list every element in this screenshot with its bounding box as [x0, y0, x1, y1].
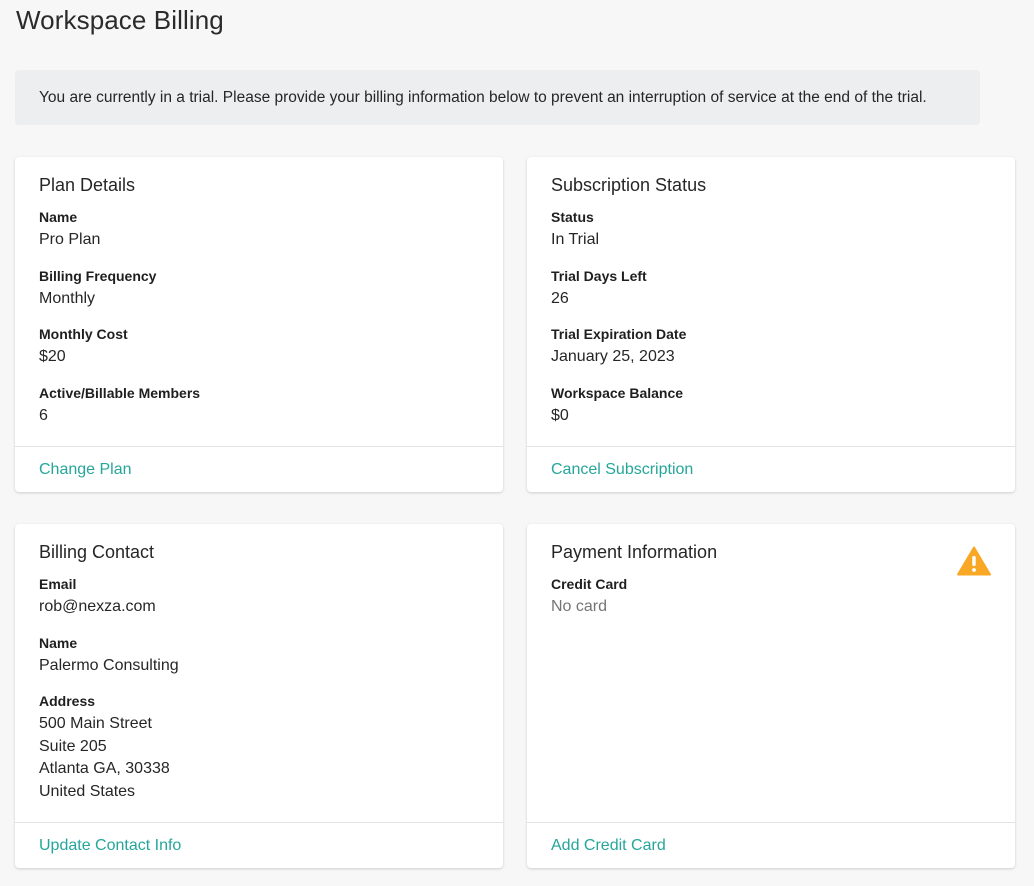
- cancel-subscription-link[interactable]: Cancel Subscription: [551, 461, 693, 479]
- trial-days-left-value: 26: [551, 289, 569, 307]
- trial-expiration-label: Trial Expiration Date: [551, 326, 687, 342]
- trial-days-left-label: Trial Days Left: [551, 267, 647, 284]
- address-line-2: Suite 205: [39, 737, 107, 755]
- plan-name-value: Pro Plan: [39, 231, 101, 248]
- plan-details-title: Plan Details: [39, 175, 136, 195]
- billing-contact-footer: Update Contact Info: [15, 822, 503, 868]
- address-line-3: Atlanta GA, 30338: [39, 760, 170, 777]
- trial-notice-text: You are currently in a trial. Please pro…: [39, 88, 927, 106]
- plan-details-footer: Change Plan: [15, 446, 503, 492]
- email-label: Email: [39, 576, 77, 592]
- plan-name-label: Name: [39, 209, 78, 225]
- subscription-status-title: Subscription Status: [551, 175, 707, 195]
- contact-name-label: Name: [39, 634, 78, 651]
- billable-members-value: 6: [39, 406, 48, 424]
- workspace-balance-value: $0: [551, 406, 569, 424]
- workspace-balance-label: Workspace Balance: [551, 384, 684, 401]
- monthly-cost-value: $20: [39, 348, 66, 365]
- subscription-status-card: Subscription Status Status In Trial Tria…: [527, 157, 1015, 492]
- page-title: Workspace Billing: [16, 5, 224, 35]
- address-value: 500 Main Street Suite 205 Atlanta GA, 30…: [39, 713, 479, 803]
- email-value: rob@nexza.com: [39, 598, 156, 615]
- payment-information-footer: Add Credit Card: [527, 822, 1015, 868]
- contact-name-value: Palermo Consulting: [39, 656, 179, 674]
- credit-card-value: No card: [551, 598, 608, 615]
- billing-frequency-value: Monthly: [39, 289, 96, 307]
- billable-members-label: Active/Billable Members: [39, 384, 201, 401]
- billing-contact-card: Billing Contact Email rob@nexza.com Name…: [15, 524, 503, 868]
- status-value: In Trial: [551, 231, 600, 248]
- payment-information-card: Payment Information Credit Card No card …: [527, 524, 1015, 868]
- update-contact-info-link[interactable]: Update Contact Info: [39, 837, 181, 855]
- change-plan-link[interactable]: Change Plan: [39, 461, 132, 479]
- address-label: Address: [39, 693, 96, 709]
- trial-expiration-value: January 25, 2023: [551, 348, 675, 365]
- monthly-cost-label: Monthly Cost: [39, 326, 128, 342]
- plan-details-card: Plan Details Name Pro Plan Billing Frequ…: [15, 157, 503, 492]
- credit-card-label: Credit Card: [551, 576, 628, 592]
- payment-information-title: Payment Information: [551, 542, 718, 562]
- address-line-4: United States: [39, 782, 136, 800]
- status-label: Status: [551, 209, 594, 225]
- billing-contact-title: Billing Contact: [39, 542, 155, 562]
- address-line-1: 500 Main Street: [39, 715, 152, 732]
- billing-frequency-label: Billing Frequency: [39, 267, 157, 284]
- warning-triangle-icon: [957, 546, 991, 576]
- subscription-status-footer: Cancel Subscription: [527, 446, 1015, 492]
- trial-notice-banner: You are currently in a trial. Please pro…: [15, 70, 980, 125]
- add-credit-card-link[interactable]: Add Credit Card: [551, 837, 666, 855]
